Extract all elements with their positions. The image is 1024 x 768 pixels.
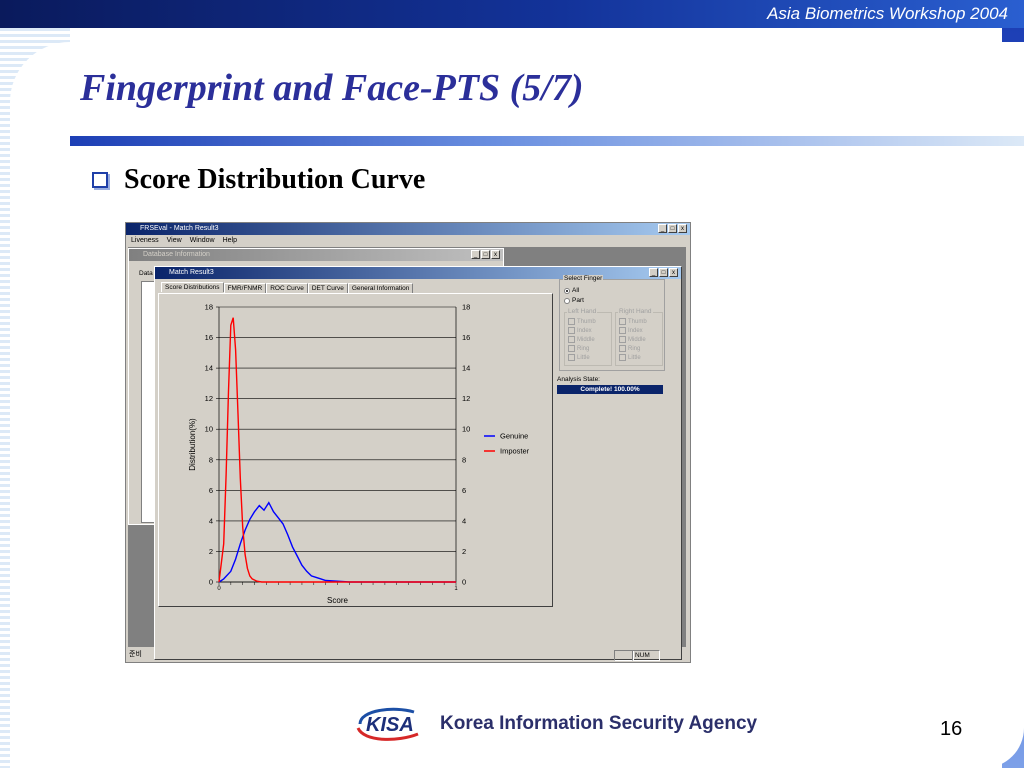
- select-finger-group: Select Finger All Part Left Hand Thumb I…: [559, 275, 665, 371]
- analysis-state-label: Analysis State:: [557, 376, 600, 383]
- status-num: NUM: [632, 650, 660, 661]
- y-tick-label-right: 6: [462, 486, 466, 495]
- result-tabs: Score Distributions FMR/FNMR ROC Curve D…: [161, 282, 414, 293]
- db-close-button[interactable]: x: [491, 250, 500, 259]
- radio-all[interactable]: All: [564, 287, 579, 294]
- right-thumb-checkbox[interactable]: Thumb: [619, 318, 647, 325]
- y-tick-label: 18: [205, 303, 213, 312]
- close-button[interactable]: x: [678, 224, 687, 233]
- y-tick-label: 4: [209, 516, 213, 525]
- menu-liveness[interactable]: Liveness: [131, 235, 159, 246]
- right-middle-checkbox[interactable]: Middle: [619, 336, 646, 343]
- bullet-checkbox-icon: [92, 172, 108, 188]
- left-hand-group: Left Hand Thumb Index Middle Ring Little: [564, 308, 612, 366]
- menu-window[interactable]: Window: [190, 235, 215, 246]
- y-axis-label: Distribution(%): [188, 418, 197, 471]
- right-ring-checkbox[interactable]: Ring: [619, 345, 640, 352]
- radio-all-label: All: [572, 287, 580, 294]
- left-ring-checkbox[interactable]: Ring: [568, 345, 589, 352]
- analysis-state-progress: Complete! 100.00%: [557, 385, 663, 394]
- left-little-checkbox[interactable]: Little: [568, 354, 590, 361]
- legend-label-imposter: Imposter: [500, 447, 530, 456]
- status-text: 준비: [129, 651, 142, 658]
- y-tick-label-right: 12: [462, 394, 470, 403]
- mdi-area: Database Information _ □ x Data Match Re…: [128, 247, 686, 660]
- match-result-window: Match Result3 _ □ x Score Distributions …: [154, 266, 682, 660]
- database-window-titlebar[interactable]: Database Information _ □ x: [129, 249, 503, 261]
- legend-label-genuine: Genuine: [500, 432, 528, 441]
- slide-title: Fingerprint and Face-PTS (5/7): [80, 67, 584, 109]
- footer-org-name: Korea Information Security Agency: [440, 713, 758, 734]
- y-tick-label: 0: [209, 578, 213, 587]
- match-minimize-button[interactable]: _: [649, 268, 658, 277]
- tab-fmr-fnmr[interactable]: FMR/FNMR: [223, 283, 267, 293]
- score-distribution-chart: 0 02 24 46 68 810 1012 1214 1416 1618 180 1ScoreDis…: [188, 303, 530, 606]
- page-number: 16: [940, 718, 963, 740]
- status-cell-empty: [614, 650, 634, 661]
- y-tick-label: 14: [205, 364, 213, 373]
- right-index-checkbox[interactable]: Index: [619, 327, 643, 334]
- bullet-text: Score Distribution Curve: [124, 164, 426, 195]
- score-distribution-panel: 0 0 2 2 4 4 6 6 8 8 10 10 12 12 14 14 16 16 18 18 0 1 Score Dis…: [158, 293, 553, 607]
- right-little-checkbox[interactable]: Little: [619, 354, 641, 361]
- y-tick-label: 10: [205, 425, 213, 434]
- kisa-swoosh-icon: KISA: [356, 707, 419, 741]
- kisa-logo: KISA Korea Information Security Agency: [354, 704, 757, 744]
- y-tick-label-right: 4: [462, 516, 466, 525]
- y-tick-label-right: 8: [462, 455, 466, 464]
- left-index-checkbox[interactable]: Index: [568, 327, 592, 334]
- header-bar: Asia Biometrics Workshop 2004: [0, 0, 1024, 28]
- left-hand-label: Left Hand: [567, 308, 598, 315]
- match-window-title: Match Result3: [169, 269, 214, 276]
- y-tick-label-right: 0: [462, 578, 466, 587]
- tab-general-information[interactable]: General Information: [347, 283, 414, 293]
- menu-bar: Liveness View Window Help: [126, 235, 690, 246]
- app-screenshot: FRSEval - Match Result3 _ □ x Liveness V…: [125, 222, 691, 663]
- x-axis-label: Score: [327, 596, 348, 605]
- minimize-button[interactable]: _: [658, 224, 667, 233]
- y-tick-label-right: 14: [462, 364, 470, 373]
- tab-roc-curve[interactable]: ROC Curve: [266, 283, 308, 293]
- kisa-logo-text: KISA: [366, 714, 414, 736]
- y-tick-label: 12: [205, 394, 213, 403]
- left-thumb-checkbox[interactable]: Thumb: [568, 318, 596, 325]
- workshop-label: Asia Biometrics Workshop 2004: [767, 4, 1008, 23]
- y-tick-label-right: 2: [462, 547, 466, 556]
- right-hand-label: Right Hand: [618, 308, 653, 315]
- match-close-button[interactable]: x: [669, 268, 678, 277]
- left-middle-checkbox[interactable]: Middle: [568, 336, 595, 343]
- data-label: Data: [139, 270, 153, 277]
- radio-part-label: Part: [572, 297, 584, 304]
- db-maximize-button[interactable]: □: [481, 250, 490, 259]
- x-tick-label: 0: [217, 586, 221, 592]
- select-finger-label: Select Finger: [563, 275, 604, 282]
- y-tick-label: 16: [205, 333, 213, 342]
- right-hand-group: Right Hand Thumb Index Middle Ring Littl…: [615, 308, 663, 366]
- maximize-button[interactable]: □: [668, 224, 677, 233]
- status-bar: 준비 NUM: [126, 648, 690, 661]
- y-tick-label: 6: [209, 486, 213, 495]
- tab-score-distributions[interactable]: Score Distributions: [161, 282, 224, 292]
- series-line-imposter: [218, 317, 456, 583]
- y-tick-label-right: 18: [462, 303, 470, 312]
- radio-all-icon[interactable]: [564, 287, 570, 294]
- y-tick-label: 8: [209, 455, 213, 464]
- y-tick-label-right: 16: [462, 333, 470, 342]
- radio-part[interactable]: Part: [564, 297, 584, 304]
- db-minimize-button[interactable]: _: [471, 250, 480, 259]
- main-window-title: FRSEval - Match Result3: [140, 225, 219, 232]
- menu-view[interactable]: View: [167, 235, 182, 246]
- x-tick-label: 1: [454, 586, 458, 592]
- y-tick-label-right: 10: [462, 425, 470, 434]
- menu-help[interactable]: Help: [223, 235, 237, 246]
- title-underline: [70, 136, 1024, 146]
- database-window-title: Database Information: [143, 251, 210, 258]
- y-tick-label: 2: [209, 547, 213, 556]
- match-maximize-button[interactable]: □: [659, 268, 668, 277]
- tab-det-curve[interactable]: DET Curve: [307, 283, 348, 293]
- main-window-titlebar: FRSEval - Match Result3 _ □ x: [126, 223, 690, 235]
- radio-part-icon[interactable]: [564, 297, 570, 304]
- series-line-genuine: [218, 501, 456, 583]
